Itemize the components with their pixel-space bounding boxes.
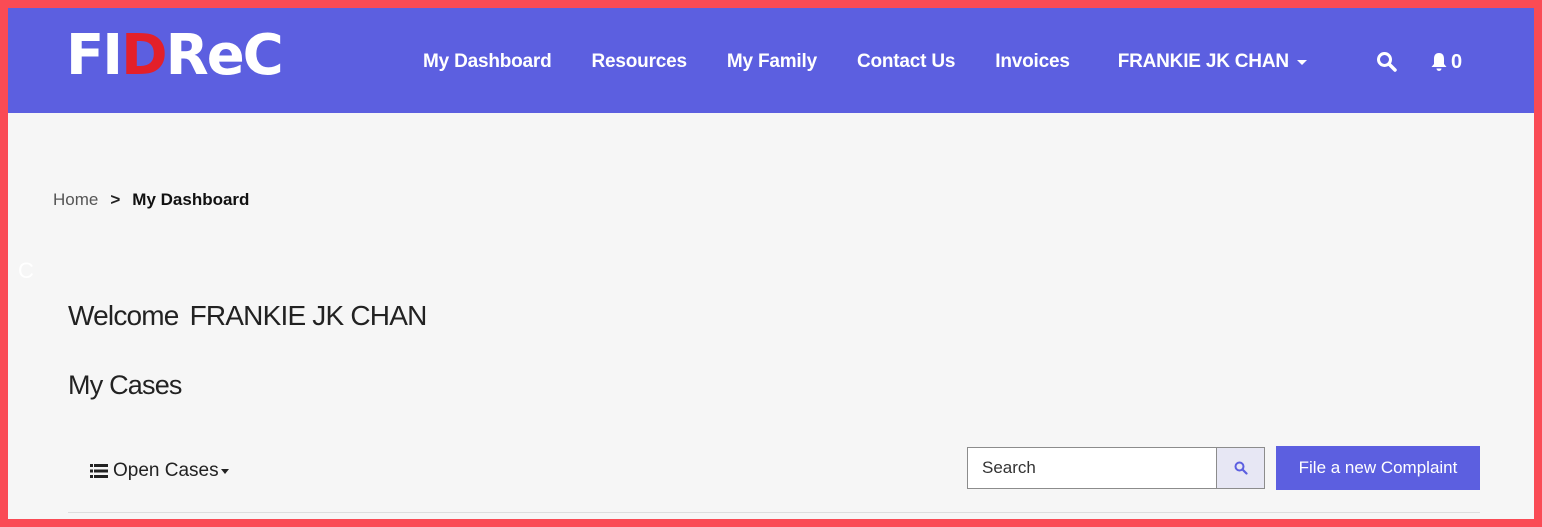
divider [68, 512, 1480, 513]
nav-invoices: Invoices [995, 51, 1070, 72]
user-name-label: FRANKIE JK CHAN [1117, 51, 1289, 72]
fidrec-logo[interactable]: FI D ReC [66, 23, 284, 88]
breadcrumb-home[interactable]: Home [53, 190, 98, 210]
case-search-input[interactable] [967, 447, 1217, 489]
chevron-down-icon [1296, 59, 1307, 65]
chevron-down-icon [220, 468, 229, 474]
logo-text-fi: FI [66, 23, 123, 88]
list-icon [90, 464, 108, 478]
breadcrumb: Home > My Dashboard [53, 190, 249, 210]
nav-resources[interactable]: Resources [592, 51, 688, 73]
nav-contact-us[interactable]: Contact Us [857, 51, 955, 73]
app-frame: FI D ReC My Dashboard Resources My Family … [0, 0, 1542, 527]
header-tools: 0 [1376, 48, 1462, 76]
search-icon [1234, 461, 1248, 475]
logo-text-rec: ReC [165, 23, 284, 88]
notifications-button[interactable]: 0 [1430, 51, 1462, 74]
top-navbar: FI D ReC My Dashboard Resources My Family … [8, 8, 1534, 113]
case-filter-label: Open Cases [113, 460, 219, 481]
nav-my-dashboard[interactable]: My Dashboard [423, 51, 552, 73]
welcome-user-name: FRANKIE JK CHAN [189, 300, 428, 331]
user-menu-dropdown[interactable]: FRANKIE JK CHAN [1118, 51, 1307, 73]
my-cases-title: My Cases [68, 370, 182, 400]
welcome-prefix: Welcome [68, 300, 179, 331]
breadcrumb-separator: > [110, 190, 121, 209]
stray-text: C [18, 258, 34, 283]
breadcrumb-current: My Dashboard [132, 190, 250, 209]
file-new-complaint-button[interactable]: File a new Complaint [1276, 446, 1480, 490]
welcome-heading: Welcome FRANKIE JK CHAN [68, 300, 427, 332]
case-search-button[interactable] [1216, 447, 1265, 489]
nav-my-family[interactable]: My Family [727, 51, 817, 73]
logo-text-d: D [121, 23, 168, 88]
main-nav: My Dashboard Resources My Family Contact… [423, 48, 1307, 76]
notification-count: 0 [1451, 50, 1463, 73]
case-filter-dropdown[interactable]: Open Cases [90, 460, 229, 482]
search-icon[interactable] [1376, 51, 1398, 73]
bell-icon [1431, 53, 1447, 71]
